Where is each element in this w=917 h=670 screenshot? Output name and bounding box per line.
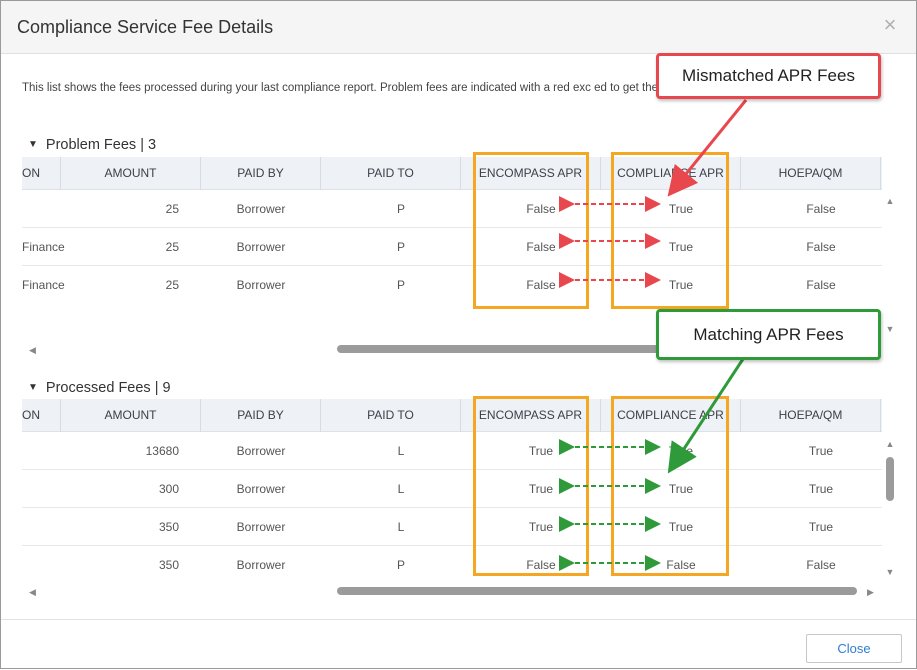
problem-fees-toggle[interactable]: ▼ Problem Fees | 3 [28, 137, 156, 153]
cell-paid-to: L [397, 520, 405, 534]
collapse-triangle-icon: ▼ [28, 382, 38, 393]
cell-paid-to: P [396, 202, 405, 216]
close-button[interactable]: Close [806, 634, 902, 663]
cell-hoepa-qm: False [806, 240, 836, 254]
col-description-header[interactable]: ON [22, 399, 61, 432]
table-row[interactable]: Finance 25 Borrower P False True False [22, 228, 882, 266]
col-compliance-apr-header[interactable]: COMPLIANCE APR [601, 157, 741, 190]
table-row[interactable]: 25 Borrower P False True False [22, 190, 882, 228]
cell-paid-to: L [397, 444, 405, 458]
col-encompass-apr-header[interactable]: ENCOMPASS APR [461, 157, 601, 190]
cell-compliance-apr: True [668, 482, 694, 496]
cell-hoepa-qm: False [806, 558, 836, 572]
cell-paid-by: Borrower [236, 278, 286, 292]
cell-description [22, 190, 66, 228]
problem-grid-header: ON AMOUNT PAID BY PAID TO ENCOMPASS APR … [22, 157, 882, 190]
processed-scroll-down-icon[interactable]: ▼ [885, 567, 895, 577]
table-row[interactable]: 350 Borrower P False False False [22, 546, 882, 583]
col-paid-to-header[interactable]: PAID TO [321, 157, 461, 190]
cell-encompass-apr: False [526, 278, 556, 292]
processed-vertical-scrollbar[interactable] [886, 457, 894, 501]
cell-paid-by: Borrower [236, 240, 286, 254]
cell-encompass-apr: False [526, 558, 556, 572]
cell-compliance-apr: True [668, 520, 694, 534]
processed-grid-header: ON AMOUNT PAID BY PAID TO ENCOMPASS APR … [22, 399, 882, 432]
processed-fees-toggle[interactable]: ▼ Processed Fees | 9 [28, 380, 171, 396]
cell-description: Finance [22, 278, 65, 292]
cell-paid-by: Borrower [236, 482, 286, 496]
problem-scroll-left-icon[interactable]: ◀ [29, 345, 36, 355]
cell-paid-by: Borrower [236, 444, 286, 458]
cell-encompass-apr: False [526, 240, 556, 254]
cell-encompass-apr: True [528, 482, 554, 496]
collapse-triangle-icon: ▼ [28, 139, 38, 150]
cell-paid-to: P [396, 558, 405, 572]
cell-paid-to: P [396, 240, 405, 254]
problem-scroll-up-icon[interactable]: ▲ [885, 196, 895, 206]
processed-horizontal-scrollbar[interactable] [337, 587, 857, 595]
table-row[interactable]: 13680 Borrower L True True True [22, 432, 882, 470]
col-description-header[interactable]: ON [22, 157, 61, 190]
footer-divider [1, 619, 916, 620]
close-icon[interactable]: × [880, 14, 900, 36]
col-encompass-apr-header[interactable]: ENCOMPASS APR [461, 399, 601, 432]
processed-fees-title: Processed Fees | 9 [45, 380, 171, 396]
table-row[interactable]: 350 Borrower L True True True [22, 508, 882, 546]
col-paid-by-header[interactable]: PAID BY [201, 399, 321, 432]
processed-fees-grid: ON AMOUNT PAID BY PAID TO ENCOMPASS APR … [22, 399, 882, 583]
cell-paid-by: Borrower [236, 558, 286, 572]
cell-paid-to: P [396, 278, 405, 292]
cell-hoepa-qm: True [808, 520, 834, 534]
cell-compliance-apr: True [668, 444, 694, 458]
col-hoepa-qm-header[interactable]: HOEPA/QM [741, 399, 881, 432]
cell-hoepa-qm: False [806, 202, 836, 216]
cell-encompass-apr: True [528, 520, 554, 534]
cell-description [22, 546, 66, 583]
cell-description [22, 470, 66, 508]
cell-amount: 25 [165, 240, 179, 254]
processed-scroll-up-icon[interactable]: ▲ [885, 439, 895, 449]
matching-apr-callout: Matching APR Fees [656, 309, 881, 360]
cell-paid-to: L [397, 482, 405, 496]
table-row[interactable]: Finance 25 Borrower P False True False [22, 266, 882, 303]
cell-compliance-apr: True [668, 278, 694, 292]
cell-hoepa-qm: False [806, 278, 836, 292]
table-row[interactable]: 300 Borrower L True True True [22, 470, 882, 508]
cell-amount: 13680 [145, 444, 179, 458]
dialog-title: Compliance Service Fee Details [17, 17, 274, 37]
problem-fees-grid: ON AMOUNT PAID BY PAID TO ENCOMPASS APR … [22, 157, 882, 303]
cell-paid-by: Borrower [236, 520, 286, 534]
cell-compliance-apr: True [668, 240, 694, 254]
cell-compliance-apr: False [666, 558, 696, 572]
cell-encompass-apr: False [526, 202, 556, 216]
problem-scroll-down-icon[interactable]: ▼ [885, 324, 895, 334]
compliance-fee-dialog: Compliance Service Fee Details × This li… [0, 0, 917, 669]
col-amount-header[interactable]: AMOUNT [61, 157, 201, 190]
cell-amount: 25 [165, 278, 179, 292]
cell-description [22, 432, 66, 470]
cell-amount: 300 [158, 482, 179, 496]
cell-amount: 350 [158, 520, 179, 534]
cell-hoepa-qm: True [808, 444, 834, 458]
cell-compliance-apr: True [668, 202, 694, 216]
problem-fees-title: Problem Fees | 3 [45, 137, 157, 153]
cell-hoepa-qm: True [808, 482, 834, 496]
col-paid-by-header[interactable]: PAID BY [201, 157, 321, 190]
processed-scroll-left-icon[interactable]: ◀ [29, 587, 36, 597]
col-compliance-apr-header[interactable]: COMPLIANCE APR [601, 399, 741, 432]
col-paid-to-header[interactable]: PAID TO [321, 399, 461, 432]
processed-scroll-right-icon[interactable]: ▶ [867, 587, 874, 597]
cell-paid-by: Borrower [236, 202, 286, 216]
col-hoepa-qm-header[interactable]: HOEPA/QM [741, 157, 881, 190]
mismatched-apr-callout: Mismatched APR Fees [656, 53, 881, 99]
cell-description [22, 508, 66, 546]
col-amount-header[interactable]: AMOUNT [61, 399, 201, 432]
cell-encompass-apr: True [528, 444, 554, 458]
cell-description: Finance [22, 240, 65, 254]
dialog-header: Compliance Service Fee Details × [1, 1, 916, 54]
cell-amount: 350 [158, 558, 179, 572]
cell-amount: 25 [165, 202, 179, 216]
